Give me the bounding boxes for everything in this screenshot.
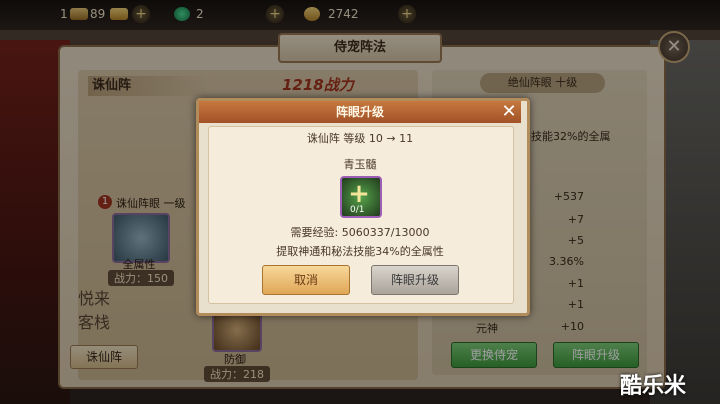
item-name: 青玉髓 — [343, 158, 377, 171]
cancel-button[interactable]: 取消 — [262, 265, 350, 295]
site-watermark: 酷乐米 — [620, 374, 687, 399]
dialog-title: 阵眼升级 — [199, 101, 521, 123]
effect-description: 提取神通和秘法技能34%的全属性 — [276, 245, 444, 258]
experience-requirement: 需要经验: 5060337/13000 — [290, 226, 430, 239]
item-count: 0/1 — [350, 205, 365, 215]
confirm-upgrade-button[interactable]: 阵眼升级 — [371, 265, 459, 295]
level-change-line: 诛仙阵 等级 10 → 11 — [306, 132, 414, 145]
dialog-close-button[interactable]: ✕ — [497, 100, 521, 124]
